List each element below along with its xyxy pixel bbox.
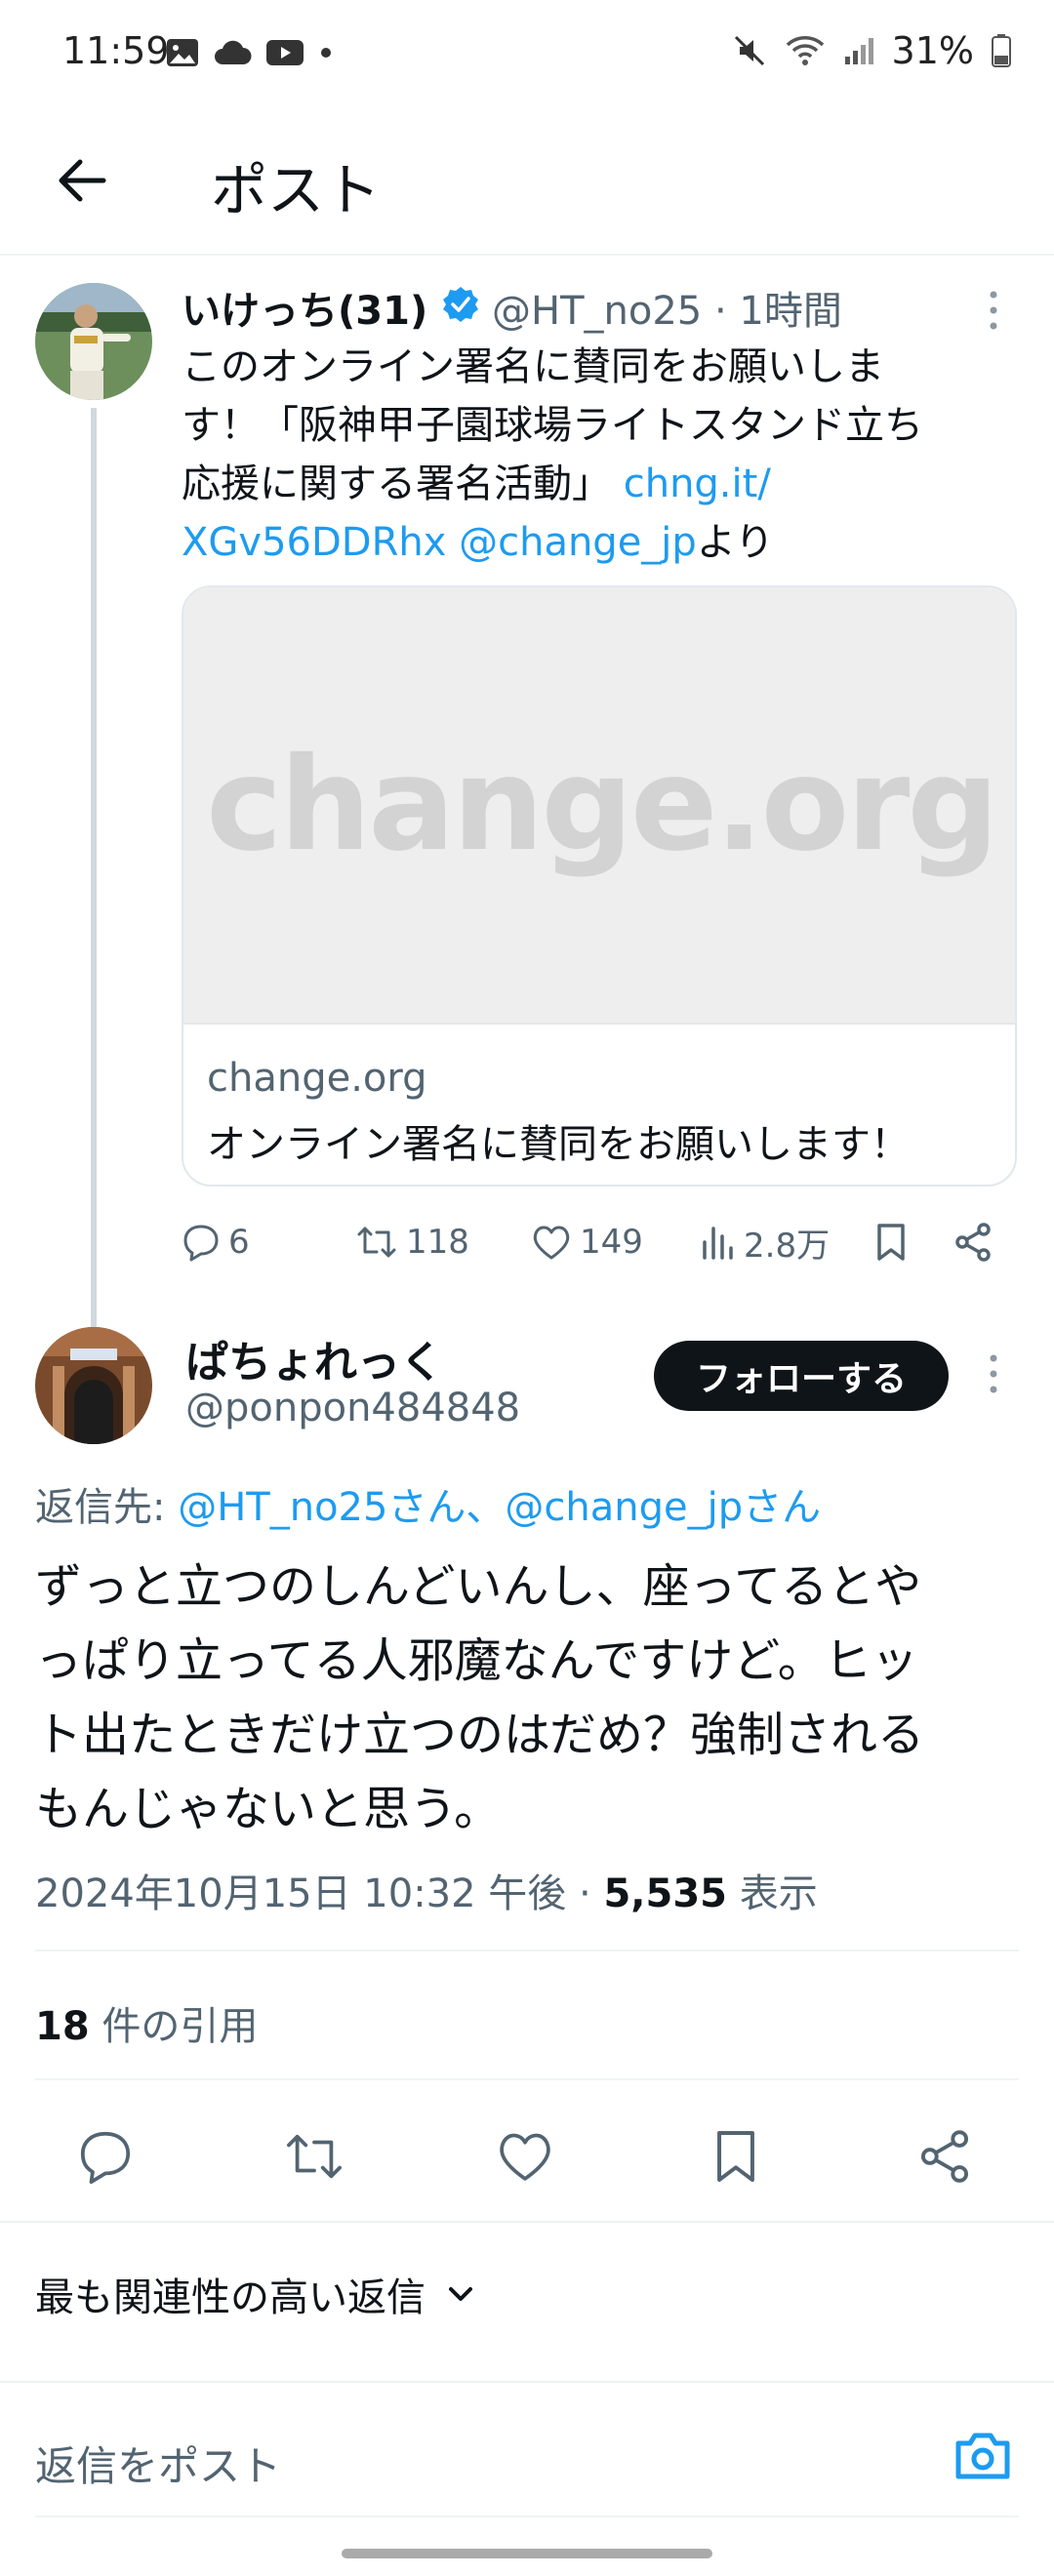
composer-underline [35,2516,1019,2517]
repost-button[interactable] [275,2108,353,2205]
battery-icon [992,34,1011,67]
parent-avatar[interactable] [35,283,152,400]
share-icon [920,2130,969,2183]
reply-sort-dropdown[interactable]: 最も関連性の高い返信 [35,2266,478,2322]
post-text-segment: 応援に関する署名活動」 [182,462,624,506]
reply-button[interactable] [66,2108,144,2205]
post-meta: 2024年10月15日 10:32 午後 · 5,535 表示 [35,1862,818,1918]
post-text-line: ずっと立つのしんどいんし、座ってるとや [35,1559,922,1614]
post-text-line: もんじゃないと思う。 [35,1782,502,1836]
verified-badge-icon [443,287,478,322]
post-text-line: す！「阪神甲子園球場ライトスタンド立ち [182,403,923,448]
reply-avatar[interactable] [35,1327,152,1444]
repost-icon [357,1227,396,1258]
views-button[interactable]: 2.8万 [701,1208,830,1276]
post-text-line: ト出たときだけ立つのはだめ？強制される [35,1708,925,1762]
cloud-icon [215,40,252,64]
analytics-icon [703,1227,733,1260]
post-timestamp[interactable]: 2024年10月15日 10:32 午後 · [35,1872,603,1916]
share-button[interactable] [953,1208,993,1276]
avatar-image [35,1327,152,1444]
link-preview-image: change.org [183,587,1015,1025]
divider [0,2221,1054,2223]
reply-icon [183,1225,219,1262]
youtube-icon [266,40,304,65]
reply-sort-label: 最も関連性の高い返信 [35,2275,426,2320]
reply-author-name[interactable]: ぱちょれっく [185,1327,443,1389]
home-indicator[interactable] [342,2549,712,2558]
heart-icon [533,1226,570,1260]
back-arrow-icon [59,159,106,202]
bookmark-button[interactable] [697,2108,775,2205]
quotes-count: 18 [35,2004,90,2049]
mute-icon [734,35,764,66]
reply-icon [80,2131,131,2184]
avatar-image [35,283,152,400]
status-right: 31% [732,29,1011,72]
like-count: 149 [580,1223,643,1262]
status-time: 11:59 [62,29,170,72]
share-icon [955,1223,991,1262]
divider [35,1950,1019,1952]
parent-author-name[interactable]: いけっち(31) [182,279,427,336]
top-bar: ポスト [0,107,1054,256]
views-count: 2.8万 [744,1226,831,1266]
back-button[interactable] [49,146,117,215]
reply-to-users[interactable]: @HT_no25さん、@change_jpさん [178,1485,821,1530]
like-button[interactable]: 149 [531,1208,643,1276]
signal-icon [844,38,873,64]
reply-to-line: 返信先: @HT_no25さん、@change_jpさん [35,1475,821,1532]
more-options-icon[interactable] [984,1352,1003,1395]
repost-icon [287,2134,342,2179]
divider [35,2078,1019,2080]
thread-line [91,408,97,1331]
quotes-link[interactable]: 18 件の引用 [35,1994,258,2051]
parent-handle-time: @HT_no25 · 1時間 [492,289,842,334]
views-count: 5,535 [603,1872,727,1916]
post-text-segment: より [696,520,775,565]
share-button[interactable] [906,2108,984,2205]
reply-author-handle[interactable]: @ponpon484848 [185,1386,520,1430]
post-text-line: XGv56DDRhx @change_jpより [182,513,1011,572]
reply-compose-input[interactable]: 返信をポスト [35,2434,281,2493]
link-preview-title: オンライン署名に賛同をお願いします！ [207,1122,910,1167]
reply-action-bar [0,2108,1054,2205]
reply-post-text: ずっと立つのしんどいんし、座ってるとや っぱり立ってる人邪魔なんですけど。ヒッ … [35,1550,1021,1846]
post-text-line: このオンライン署名に賛同をお願いしま [182,344,884,389]
chevron-down-icon [449,2287,472,2301]
heart-icon [500,2133,550,2181]
quotes-label: 件の引用 [89,2004,259,2049]
camera-icon[interactable] [951,2424,1015,2488]
dot-icon [321,48,331,58]
change-org-logo: change.org [206,730,999,880]
notification-icons [166,33,334,72]
link-preview-domain: change.org [207,1056,427,1101]
repost-count: 118 [406,1223,469,1262]
follow-button[interactable]: フォローする [654,1341,949,1411]
battery-percent: 31% [891,29,974,72]
post-text-line: っぱり立ってる人邪魔なんですけど。ヒッ [35,1633,918,1688]
bookmark-icon [877,1224,905,1261]
like-button[interactable] [486,2108,564,2205]
views-label: 表示 [726,1872,818,1916]
reply-button[interactable]: 6 [182,1208,250,1276]
gallery-icon [167,39,198,66]
bookmark-button[interactable] [874,1208,908,1276]
repost-button[interactable]: 118 [355,1208,469,1276]
post-text-line: 応援に関する署名活動」 chng.it/ [182,455,1011,513]
status-bar: 11:59 31% [0,0,1054,107]
link-and-mention[interactable]: XGv56DDRhx @change_jp [182,520,697,565]
more-options-icon[interactable] [984,289,1003,332]
short-link[interactable]: chng.it/ [624,462,771,506]
reply-to-label: 返信先: [35,1485,179,1530]
page-title: ポスト [211,157,382,223]
parent-post-text: このオンライン署名に賛同をお願いしま す！「阪神甲子園球場ライトスタンド立ち 応… [182,338,1011,572]
divider [0,2381,1054,2383]
parent-action-bar: 6 118 149 2.8万 [182,1208,1011,1276]
bookmark-icon [717,2131,754,2182]
link-preview-card[interactable]: change.org change.org オンライン署名に賛同をお願いします！ [182,585,1017,1187]
wifi-icon [786,36,824,65]
reply-count: 6 [228,1223,250,1262]
